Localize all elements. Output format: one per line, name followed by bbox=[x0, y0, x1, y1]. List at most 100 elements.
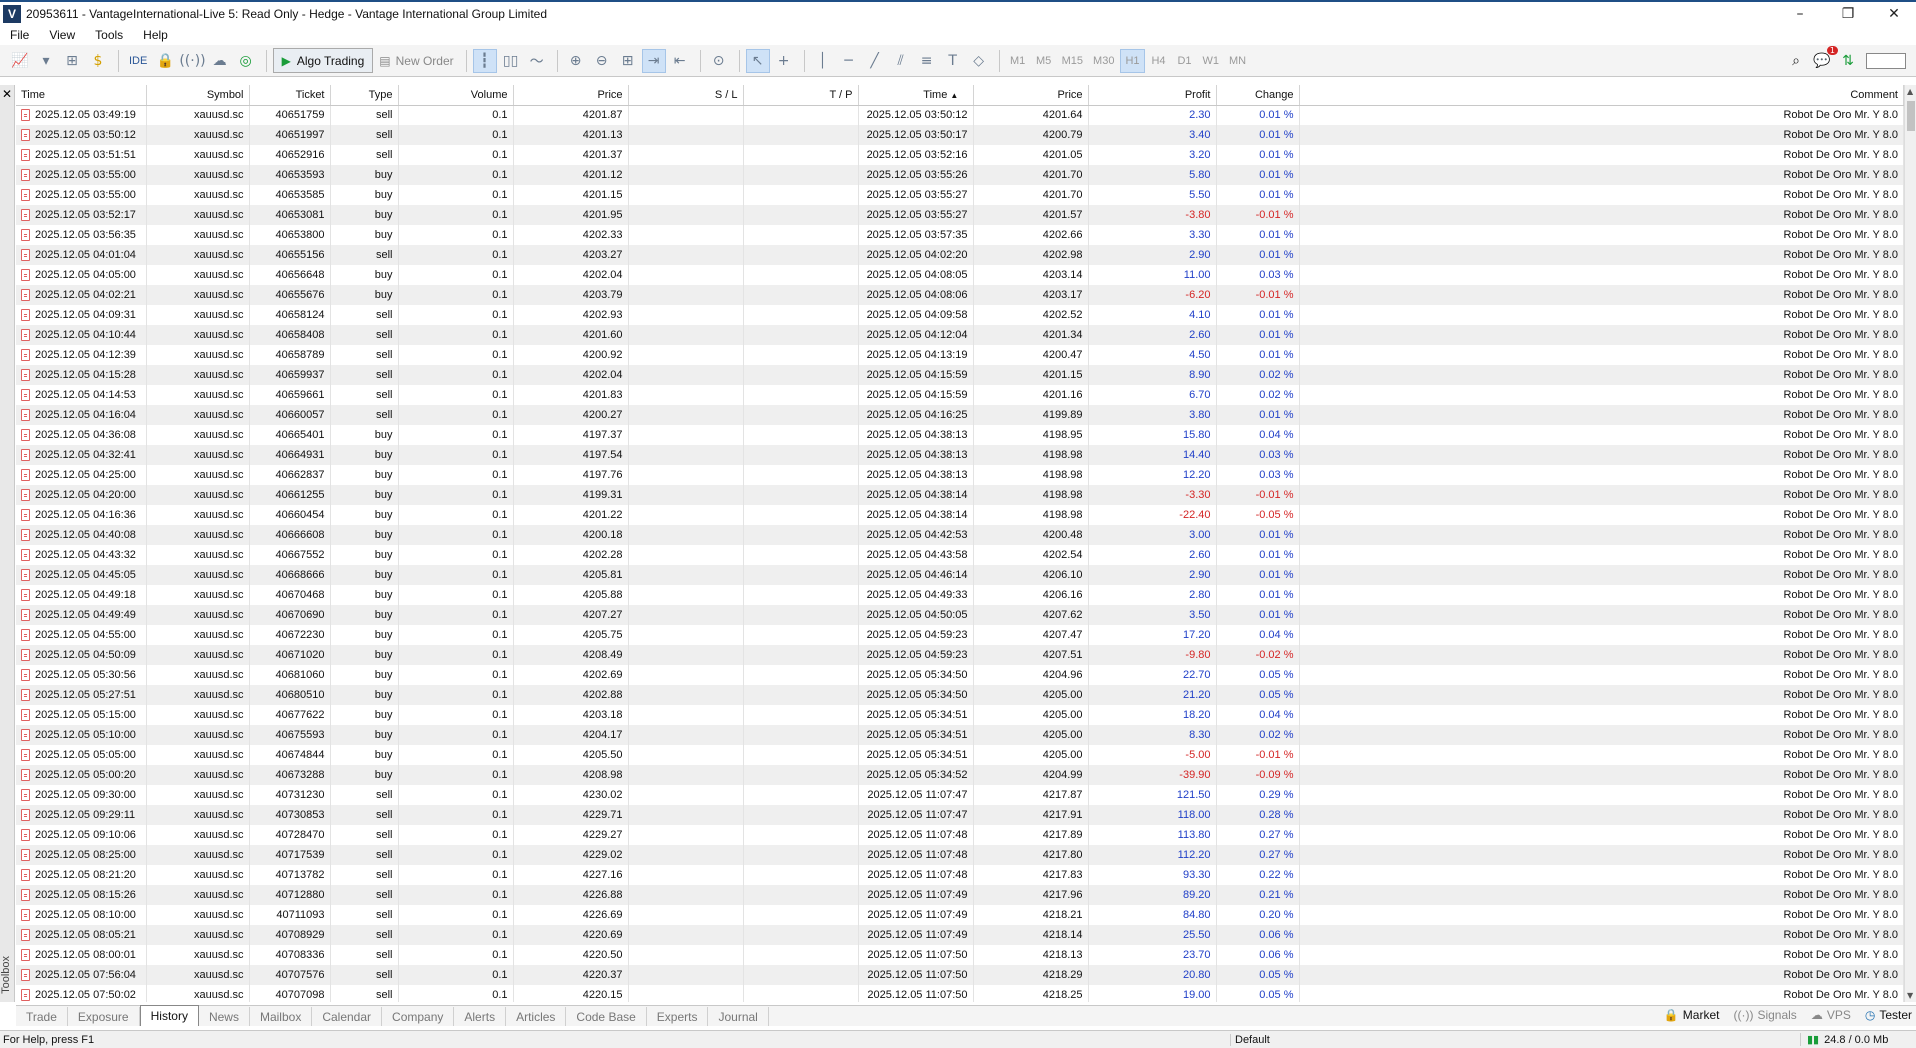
signals-tab[interactable]: ((·)) Signals bbox=[1733, 1008, 1796, 1022]
tab-mailbox[interactable]: Mailbox bbox=[250, 1007, 313, 1026]
table-row[interactable]: 2025.12.05 04:01:04 xauusd.sc 40655156 sell… bbox=[16, 245, 1904, 265]
menu-file[interactable]: File bbox=[0, 28, 39, 42]
table-row[interactable]: 2025.12.05 04:14:53 xauusd.sc 40659661 sell… bbox=[16, 385, 1904, 405]
trendline-icon[interactable]: ╱ bbox=[863, 49, 887, 73]
auto-scroll-icon[interactable]: ⇥ bbox=[641, 48, 666, 73]
tab-calendar[interactable]: Calendar bbox=[312, 1007, 383, 1026]
close-toolbox-icon[interactable]: ✕ bbox=[2, 87, 12, 101]
tab-articles[interactable]: Articles bbox=[506, 1007, 567, 1026]
table-row[interactable]: 2025.12.05 03:50:12 xauusd.sc 40651997 sell… bbox=[16, 125, 1904, 145]
table-row[interactable]: 2025.12.05 03:52:17 xauusd.sc 40653081 buy 0… bbox=[16, 205, 1904, 225]
templates-icon[interactable]: ⊞ bbox=[60, 49, 84, 73]
new-order-button[interactable]: ▤ New Order bbox=[373, 54, 459, 68]
restore-button[interactable]: ❐ bbox=[1826, 2, 1870, 25]
horizontal-line-icon[interactable]: ─ bbox=[837, 49, 861, 73]
signals-icon[interactable]: ((·)) bbox=[179, 49, 205, 73]
col-sl[interactable]: S / L bbox=[628, 85, 744, 106]
timeframe-h1[interactable]: H1 bbox=[1120, 48, 1145, 73]
vps-icon[interactable]: ☁ bbox=[208, 49, 232, 73]
timeframe-w1[interactable]: W1 bbox=[1199, 49, 1224, 73]
cursor-icon[interactable]: ↖ bbox=[745, 48, 770, 73]
table-row[interactable]: 2025.12.05 05:10:00 xauusd.sc 40675593 buy 0… bbox=[16, 725, 1904, 745]
table-row[interactable]: 2025.12.05 03:51:51 xauusd.sc 40652916 sell… bbox=[16, 145, 1904, 165]
col-volume[interactable]: Volume bbox=[398, 85, 514, 106]
profiles-icon[interactable]: ▾ bbox=[34, 49, 58, 73]
table-row[interactable]: 2025.12.05 04:43:32 xauusd.sc 40667552 buy 0… bbox=[16, 545, 1904, 565]
tab-journal[interactable]: Journal bbox=[708, 1007, 769, 1026]
table-row[interactable]: 2025.12.05 04:16:04 xauusd.sc 40660057 sell… bbox=[16, 405, 1904, 425]
table-row[interactable]: 2025.12.05 04:15:28 xauusd.sc 40659937 sell… bbox=[16, 365, 1904, 385]
tab-alerts[interactable]: Alerts bbox=[454, 1007, 507, 1026]
table-row[interactable]: 2025.12.05 04:05:00 xauusd.sc 40656648 buy 0… bbox=[16, 265, 1904, 285]
screenshot-icon[interactable]: ⊙ bbox=[707, 49, 731, 73]
vertical-line-icon[interactable]: │ bbox=[811, 49, 835, 73]
scrollbar-thumb[interactable] bbox=[1907, 101, 1915, 131]
table-row[interactable]: 2025.12.05 05:27:51 xauusd.sc 40680510 buy 0… bbox=[16, 685, 1904, 705]
table-row[interactable]: 2025.12.05 05:00:20 xauusd.sc 40673288 buy 0… bbox=[16, 765, 1904, 785]
bar-chart-icon[interactable]: ┇ bbox=[472, 48, 497, 73]
algo-trading-button[interactable]: ▶ Algo Trading bbox=[272, 48, 374, 73]
col-comment[interactable]: Comment bbox=[1299, 85, 1904, 106]
timeframe-m1[interactable]: M1 bbox=[1006, 49, 1030, 73]
fibonacci-icon[interactable]: ≡ bbox=[915, 49, 939, 73]
tester-tab[interactable]: ◷ Tester bbox=[1865, 1008, 1912, 1022]
table-row[interactable]: 2025.12.05 04:55:00 xauusd.sc 40672230 buy 0… bbox=[16, 625, 1904, 645]
table-row[interactable]: 2025.12.05 09:29:11 xauusd.sc 40730853 sell… bbox=[16, 805, 1904, 825]
table-row[interactable]: 2025.12.05 03:49:19 xauusd.sc 40651759 sell… bbox=[16, 105, 1904, 125]
table-row[interactable]: 2025.12.05 04:49:18 xauusd.sc 40670468 buy 0… bbox=[16, 585, 1904, 605]
col-profit[interactable]: Profit bbox=[1088, 85, 1217, 106]
table-row[interactable]: 2025.12.05 04:25:00 xauusd.sc 40662837 buy 0… bbox=[16, 465, 1904, 485]
timeframe-h4[interactable]: H4 bbox=[1147, 49, 1171, 73]
market-watch-icon[interactable]: $ bbox=[86, 49, 110, 73]
menu-view[interactable]: View bbox=[39, 28, 85, 42]
col-ticket[interactable]: Ticket bbox=[249, 85, 331, 106]
scroll-down-icon[interactable]: ▼ bbox=[1907, 991, 1913, 1000]
market-icon[interactable]: ◎ bbox=[234, 49, 258, 73]
new-chart-icon[interactable]: 📈 bbox=[8, 49, 32, 73]
tab-news[interactable]: News bbox=[199, 1007, 250, 1026]
table-row[interactable]: 2025.12.05 04:49:49 xauusd.sc 40670690 buy 0… bbox=[16, 605, 1904, 625]
table-row[interactable]: 2025.12.05 03:55:00 xauusd.sc 40653585 buy 0… bbox=[16, 185, 1904, 205]
line-chart-icon[interactable]: 〜 bbox=[525, 49, 549, 73]
tab-code-base[interactable]: Code Base bbox=[566, 1007, 647, 1026]
chart-shift-icon[interactable]: ⇤ bbox=[668, 49, 692, 73]
vertical-scrollbar[interactable]: ▲ ▼ bbox=[1904, 85, 1916, 1002]
table-row[interactable]: 2025.12.05 05:30:56 xauusd.sc 40681060 buy 0… bbox=[16, 665, 1904, 685]
zoom-out-icon[interactable]: ⊖ bbox=[590, 49, 614, 73]
crosshair-icon[interactable]: + bbox=[772, 49, 796, 73]
col-close-price[interactable]: Price bbox=[973, 85, 1089, 106]
table-row[interactable]: 2025.12.05 04:09:31 xauusd.sc 40658124 sell… bbox=[16, 305, 1904, 325]
table-row[interactable]: 2025.12.05 07:50:02 xauusd.sc 40707098 sell… bbox=[16, 985, 1904, 1002]
tab-trade[interactable]: Trade bbox=[16, 1007, 68, 1026]
menu-tools[interactable]: Tools bbox=[85, 28, 133, 42]
menu-help[interactable]: Help bbox=[133, 28, 178, 42]
table-row[interactable]: 2025.12.05 08:10:00 xauusd.sc 40711093 sell… bbox=[16, 905, 1904, 925]
table-row[interactable]: 2025.12.05 08:05:21 xauusd.sc 40708929 sell… bbox=[16, 925, 1904, 945]
search-icon[interactable]: ⌕ bbox=[1784, 49, 1808, 73]
connection-icon[interactable]: ⇅ bbox=[1836, 49, 1860, 73]
col-tp[interactable]: T / P bbox=[743, 85, 859, 106]
lock-icon[interactable]: 🔒 bbox=[153, 49, 177, 73]
tab-company[interactable]: Company bbox=[382, 1007, 455, 1026]
table-row[interactable]: 2025.12.05 08:15:26 xauusd.sc 40712880 sell… bbox=[16, 885, 1904, 905]
tile-windows-icon[interactable]: ⊞ bbox=[616, 49, 640, 73]
table-row[interactable]: 2025.12.05 03:56:35 xauusd.sc 40653800 buy 0… bbox=[16, 225, 1904, 245]
table-row[interactable]: 2025.12.05 04:32:41 xauusd.sc 40664931 buy 0… bbox=[16, 445, 1904, 465]
table-row[interactable]: 2025.12.05 04:16:36 xauusd.sc 40660454 buy 0… bbox=[16, 505, 1904, 525]
shapes-icon[interactable]: ◇ bbox=[967, 49, 991, 73]
col-open-price[interactable]: Price bbox=[513, 85, 629, 106]
tab-exposure[interactable]: Exposure bbox=[68, 1007, 140, 1026]
table-row[interactable]: 2025.12.05 04:02:21 xauusd.sc 40655676 buy 0… bbox=[16, 285, 1904, 305]
col-close-time[interactable]: Time ▲ bbox=[858, 85, 974, 106]
table-row[interactable]: 2025.12.05 04:20:00 xauusd.sc 40661255 buy 0… bbox=[16, 485, 1904, 505]
timeframe-m30[interactable]: M30 bbox=[1089, 49, 1118, 73]
table-row[interactable]: 2025.12.05 03:55:00 xauusd.sc 40653593 buy 0… bbox=[16, 165, 1904, 185]
timeframe-m5[interactable]: M5 bbox=[1032, 49, 1056, 73]
table-row[interactable]: 2025.12.05 04:36:08 xauusd.sc 40665401 buy 0… bbox=[16, 425, 1904, 445]
table-row[interactable]: 2025.12.05 09:10:06 xauusd.sc 40728470 sell… bbox=[16, 825, 1904, 845]
timeframe-m15[interactable]: M15 bbox=[1058, 49, 1087, 73]
notifications-icon[interactable]: 💬 1 bbox=[1810, 46, 1838, 73]
table-row[interactable]: 2025.12.05 07:56:04 xauusd.sc 40707576 sell… bbox=[16, 965, 1904, 985]
ide-button[interactable]: IDE bbox=[125, 49, 151, 73]
table-row[interactable]: 2025.12.05 08:21:20 xauusd.sc 40713782 sell… bbox=[16, 865, 1904, 885]
